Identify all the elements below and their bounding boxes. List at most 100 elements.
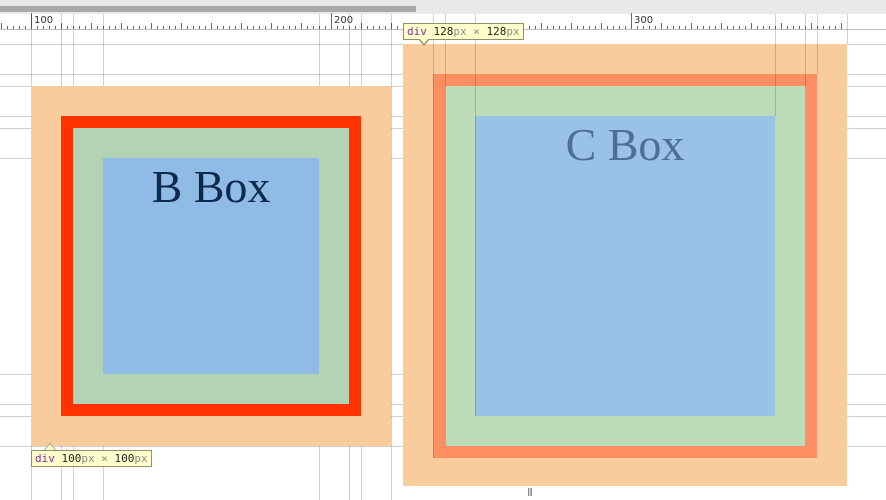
ruler-tick [211, 23, 212, 29]
ruler-tick [559, 26, 560, 29]
ruler-tick [793, 26, 794, 29]
tooltip-height: 100 [114, 452, 135, 465]
top-scroll-thumb[interactable] [0, 6, 416, 12]
ruler-tick [721, 23, 722, 29]
ruler-tick [175, 26, 176, 29]
ruler-tick [667, 26, 668, 29]
ruler-tick [49, 26, 50, 29]
ruler-tick [385, 26, 386, 29]
ruler-tick [703, 26, 704, 29]
tooltip-tag: div [35, 452, 55, 465]
ruler-tick [625, 26, 626, 29]
ruler-label-200: 200 [334, 15, 354, 26]
ruler-tick [13, 26, 14, 29]
ruler-tick [157, 26, 158, 29]
box-c-content[interactable]: C Box [475, 116, 775, 416]
guide-line [445, 14, 446, 446]
ruler-tick [577, 26, 578, 29]
ruler-tick [97, 26, 98, 29]
ruler-tick [655, 26, 656, 29]
ruler-tick [367, 26, 368, 29]
guide-line [391, 14, 392, 500]
ruler-tick [397, 26, 398, 29]
ruler-tick [313, 26, 314, 29]
ruler-tick [133, 26, 134, 29]
tooltip-width: 128 [433, 25, 454, 38]
ruler-tick [715, 26, 716, 29]
ruler-label-100: 100 [34, 15, 54, 26]
ruler-tick [7, 26, 8, 29]
ruler-tick [571, 23, 572, 29]
ruler-tick [811, 23, 812, 29]
ruler-tick [145, 26, 146, 29]
ruler-tick [193, 26, 194, 29]
ruler-tick [109, 26, 110, 29]
ruler-tick [325, 26, 326, 29]
ruler-tick [241, 23, 242, 29]
ruler-tick [259, 26, 260, 29]
ruler-tick [217, 26, 218, 29]
resize-grip-icon[interactable]: ||| [527, 487, 533, 496]
tooltip-unit: px [453, 25, 467, 38]
ruler-tick [229, 26, 230, 29]
ruler-tick [823, 26, 824, 29]
ruler-tick [91, 23, 92, 29]
ruler-tick [355, 26, 356, 29]
ruler-tick [67, 26, 68, 29]
tooltip-times: × [101, 452, 108, 465]
tooltip-unit: px [81, 452, 95, 465]
tooltip-unit: px [134, 452, 148, 465]
ruler-tick [19, 26, 20, 29]
guide-line [817, 14, 818, 74]
ruler-tick [601, 23, 602, 29]
ruler-tick [199, 26, 200, 29]
ruler-tick [595, 26, 596, 29]
ruler-tick [589, 26, 590, 29]
ruler-tick [181, 23, 182, 29]
ruler-tick [85, 26, 86, 29]
ruler-tick [295, 26, 296, 29]
box-c-label: C Box [565, 119, 685, 170]
box-b-size-tooltip: div 100px × 100px [31, 450, 152, 467]
tooltip-times: × [473, 25, 480, 38]
guide-line [475, 14, 476, 416]
ruler-tick [253, 26, 254, 29]
ruler-tick [679, 26, 680, 29]
box-b-label: B Box [151, 161, 271, 212]
tooltip-unit: px [506, 25, 520, 38]
guide-line [775, 14, 776, 116]
ruler-tick [631, 13, 632, 29]
box-b-content[interactable]: B Box [103, 158, 319, 374]
ruler-tick [169, 26, 170, 29]
ruler-tick [691, 23, 692, 29]
ruler-tick [763, 26, 764, 29]
ruler-tick [25, 26, 26, 29]
ruler-tick [1, 23, 2, 29]
ruler-tick [607, 26, 608, 29]
ruler-tick [547, 26, 548, 29]
ruler-tick [637, 26, 638, 29]
ruler-tick [373, 26, 374, 29]
ruler-tick [787, 26, 788, 29]
ruler-tick [37, 26, 38, 29]
ruler-label-300: 300 [634, 15, 654, 26]
ruler-tick [379, 26, 380, 29]
ruler-tick [265, 26, 266, 29]
ruler-tick [685, 26, 686, 29]
ruler-tick [301, 23, 302, 29]
ruler-tick [673, 26, 674, 29]
ruler-tick [535, 26, 536, 29]
ruler-tick [697, 26, 698, 29]
ruler-tick [727, 26, 728, 29]
tooltip-width: 100 [61, 452, 82, 465]
guide-line [847, 14, 848, 44]
ruler-tick [55, 26, 56, 29]
box-b-tooltip-arrow [44, 443, 56, 450]
ruler-tick [781, 23, 782, 29]
ruler-tick [187, 26, 188, 29]
ruler-tick [565, 26, 566, 29]
ruler-tick [223, 26, 224, 29]
ruler-tick [841, 23, 842, 29]
ruler-tick [235, 26, 236, 29]
ruler-tick [529, 26, 530, 29]
